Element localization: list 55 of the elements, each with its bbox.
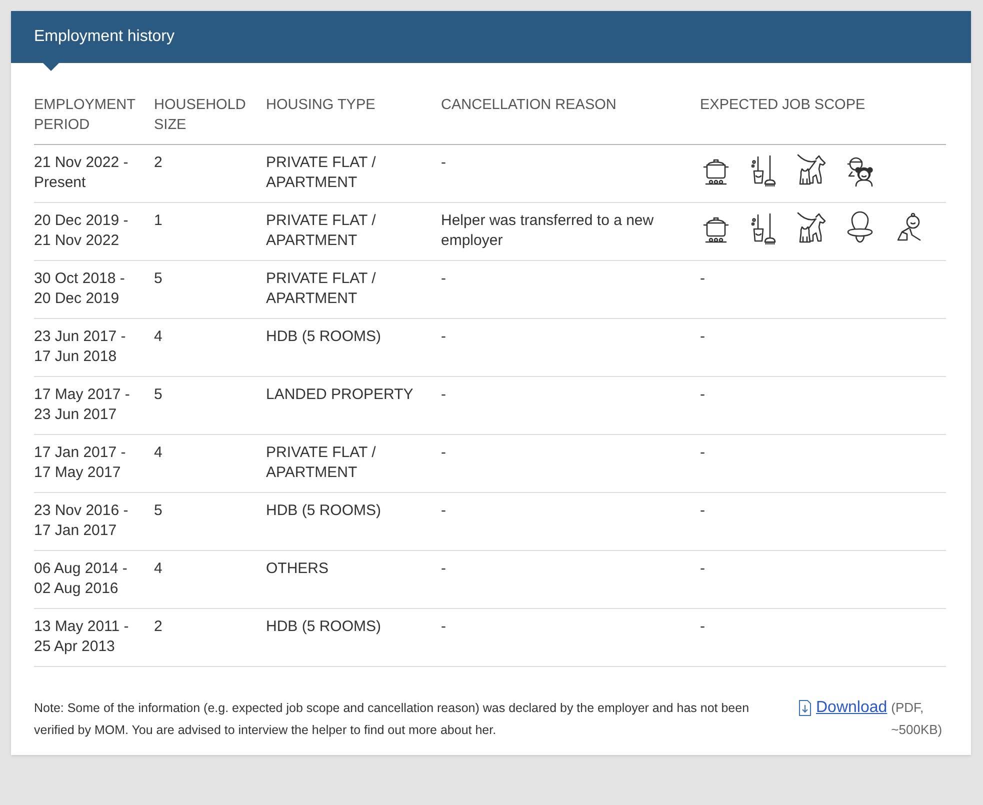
table-cell: - xyxy=(441,608,700,666)
table-cell: 5 xyxy=(154,260,266,318)
table-cell: 13 May 2011 - 25 Apr 2013 xyxy=(34,608,154,666)
table-cell: 06 Aug 2014 - 02 Aug 2016 xyxy=(34,550,154,608)
table-cell: HDB (5 ROOMS) xyxy=(266,492,441,550)
table-cell: - xyxy=(441,260,700,318)
table-cell: 5 xyxy=(154,376,266,434)
table-cell: - xyxy=(700,318,946,376)
table-cell: 4 xyxy=(154,550,266,608)
table-cell: 5 xyxy=(154,492,266,550)
table-cell: PRIVATE FLAT / APARTMENT xyxy=(266,434,441,492)
table-cell: - xyxy=(441,144,700,202)
table-cell: - xyxy=(441,492,700,550)
download-size-text: (PDF, ~500KB) xyxy=(891,699,944,739)
table-cell: - xyxy=(700,550,946,608)
dog-and-cat-icon xyxy=(796,153,828,187)
column-header: EMPLOYMENT PERIOD xyxy=(34,95,154,144)
table-cell: HDB (5 ROOMS) xyxy=(266,318,441,376)
table-cell: 17 Jan 2017 - 17 May 2017 xyxy=(34,434,154,492)
column-header: CANCELLATION REASON xyxy=(441,95,700,144)
table-cell: 23 Nov 2016 - 17 Jan 2017 xyxy=(34,492,154,550)
table-cell: LANDED PROPERTY xyxy=(266,376,441,434)
column-header: EXPECTED JOB SCOPE xyxy=(700,95,946,144)
table-cell: - xyxy=(441,434,700,492)
table-cell: - xyxy=(700,434,946,492)
table-cell: - xyxy=(441,550,700,608)
column-header: HOUSEHOLD SIZE xyxy=(154,95,266,144)
table-cell: 20 Dec 2019 - 21 Nov 2022 xyxy=(34,202,154,260)
table-cell: PRIVATE FLAT / APARTMENT xyxy=(266,260,441,318)
table-cell: 2 xyxy=(154,144,266,202)
download-file-icon xyxy=(798,700,812,716)
table-cell: 21 Nov 2022 - Present xyxy=(34,144,154,202)
table-cell: - xyxy=(441,318,700,376)
column-header: HOUSING TYPE xyxy=(266,95,441,144)
table-cell: Helper was transferred to a new employer xyxy=(441,202,700,260)
footnote-text: Note: Some of the information (e.g. expected job scope and cancellation reason) was declared by the employer and has not been verified by MOM. You are advised to interview the helper to find out more about her. xyxy=(34,700,750,739)
table-cell: - xyxy=(700,260,946,318)
table-cell: - xyxy=(441,376,700,434)
table-cell: 17 May 2017 - 23 Jun 2017 xyxy=(34,376,154,434)
table-cell: 2 xyxy=(154,608,266,666)
table-cell: - xyxy=(700,608,946,666)
table-cell: PRIVATE FLAT / APARTMENT xyxy=(266,202,441,260)
table-cell: - xyxy=(700,376,946,434)
table-cell: HDB (5 ROOMS) xyxy=(266,608,441,666)
table-cell: 4 xyxy=(154,318,266,376)
table-cell: PRIVATE FLAT / APARTMENT xyxy=(266,144,441,202)
table-cell: 1 xyxy=(154,202,266,260)
dog-and-cat-icon xyxy=(796,211,828,245)
table-cell: 30 Oct 2018 - 20 Dec 2019 xyxy=(34,260,154,318)
table-cell: 4 xyxy=(154,434,266,492)
table-cell: 23 Jun 2017 - 17 Jun 2018 xyxy=(34,318,154,376)
panel-title: Employment history xyxy=(34,27,174,47)
table-cell: OTHERS xyxy=(266,550,441,608)
table-cell: - xyxy=(700,492,946,550)
download-link[interactable]: Download xyxy=(816,697,888,719)
